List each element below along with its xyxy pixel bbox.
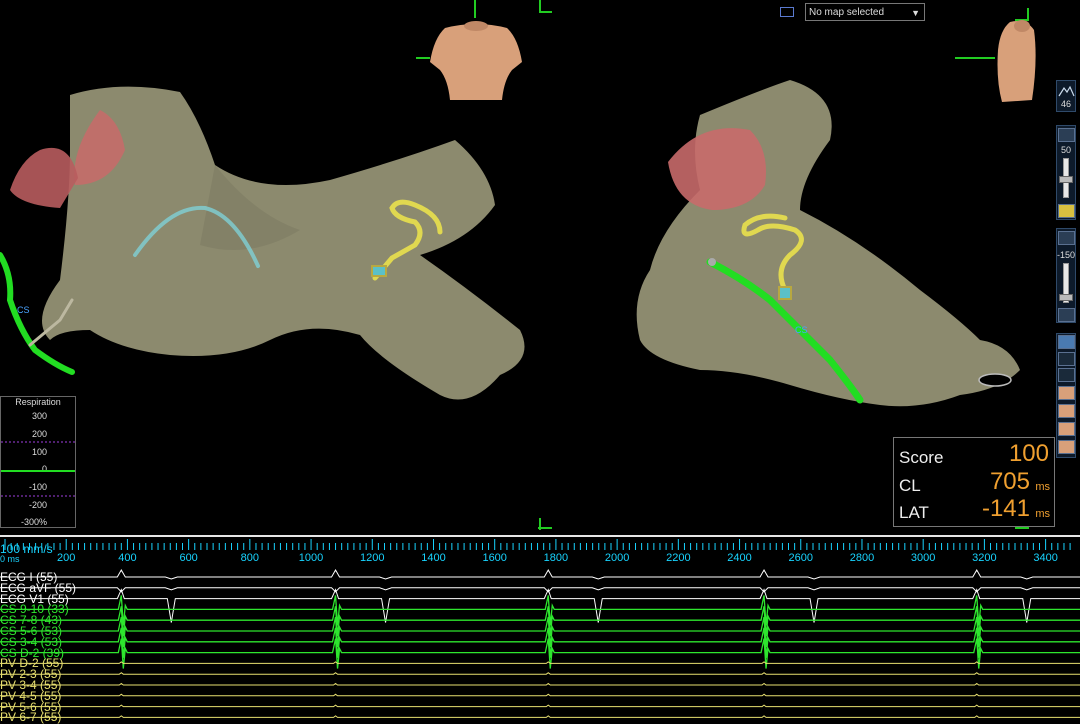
time-tick-label: 3000 <box>910 552 936 564</box>
left-anatomy-shell <box>10 86 525 400</box>
cl-value: 705 <box>989 468 1030 495</box>
chevron-down-icon[interactable] <box>1058 335 1075 349</box>
map-selector-dropdown[interactable]: No map selected ▼ <box>805 3 925 21</box>
chevron-down-icon: ▼ <box>911 8 920 18</box>
time-tick-label: 400 <box>118 552 137 564</box>
light-icon[interactable] <box>1058 204 1075 218</box>
catheter-icon[interactable] <box>1058 368 1075 382</box>
torso-view-rao-icon[interactable] <box>1058 440 1075 454</box>
torso-view-pa-icon[interactable] <box>1058 404 1075 418</box>
zoom-value: 46 <box>1060 99 1071 109</box>
ecg-trace <box>0 661 1080 664</box>
ecg-trace <box>0 627 1080 658</box>
lat-unit: ms <box>1035 508 1050 520</box>
torso-view-ap-icon[interactable] <box>1058 386 1075 400</box>
time-ruler <box>0 537 1080 551</box>
time-tick-label: 1400 <box>421 552 446 564</box>
time-tick-label: 2000 <box>604 552 630 564</box>
respiration-trace <box>1 441 75 497</box>
time-tick-label: 1800 <box>543 552 569 564</box>
score-label: Score <box>899 448 944 467</box>
time-tick-label: 600 <box>179 552 198 564</box>
lat-label: LAT <box>899 503 929 522</box>
time-tick-label: 2200 <box>666 552 691 564</box>
ecg-trace <box>0 595 1080 626</box>
time-tick-label: 1000 <box>298 552 324 564</box>
cl-unit: ms <box>1035 481 1050 493</box>
time-tick-label: 3200 <box>972 552 997 564</box>
lock-icon[interactable] <box>1058 308 1075 322</box>
cs-label-right: CS <box>795 325 808 335</box>
torso-orientation-left-icon <box>430 21 522 100</box>
opacity-value: 50 <box>1060 145 1071 155</box>
map-view-icon[interactable] <box>780 7 794 17</box>
ecg-trace <box>0 672 1080 675</box>
score-value: 100 <box>1008 440 1049 467</box>
mountain-icon <box>1058 85 1075 97</box>
clip-value: -150 <box>1056 250 1075 260</box>
ecg-trace <box>0 587 1080 593</box>
opacity-icon[interactable] <box>1058 128 1075 142</box>
time-tick-label: 200 <box>57 552 76 564</box>
ecg-trace <box>0 616 1080 648</box>
time-tick-label: 3400 <box>1033 552 1058 564</box>
ecg-trace <box>0 704 1080 708</box>
ecg-trace <box>0 568 1080 580</box>
start-time-label: 0 ms <box>0 554 20 564</box>
map-selector-value: No map selected <box>809 7 885 18</box>
lat-value: -141 <box>981 495 1030 522</box>
respiration-panel: Respiration 300 200 100 0 -100 -200 -300… <box>0 396 76 528</box>
ecg-trace <box>0 693 1080 697</box>
time-tick-label: 800 <box>240 552 260 564</box>
time-tick-label: 2600 <box>788 552 813 564</box>
clip-slider-thumb[interactable] <box>1059 294 1073 301</box>
ecg-trace <box>0 588 1080 623</box>
time-tick-label: 2400 <box>727 552 752 564</box>
ecg-trace <box>0 638 1080 669</box>
ecg-traces <box>0 568 1080 718</box>
ecg-trace <box>0 715 1080 718</box>
time-tick-label: 2800 <box>849 552 875 564</box>
time-tick-label: 1200 <box>360 552 385 564</box>
eye-icon[interactable] <box>1058 352 1075 366</box>
lead-label: PV 6-7 (55) <box>0 710 62 724</box>
opacity-slider-thumb[interactable] <box>1059 176 1073 183</box>
cs-label-left: CS <box>17 305 30 315</box>
time-tick-label: 1600 <box>482 552 507 564</box>
ecg-trace <box>0 682 1080 686</box>
torso-view-lat-icon[interactable] <box>1058 422 1075 436</box>
score-panel: Score 100 CL 705 ms LAT -141 ms <box>893 437 1055 527</box>
ecg-trace <box>0 606 1080 637</box>
torso-orientation-right-icon <box>997 20 1036 102</box>
cl-label: CL <box>899 476 921 495</box>
scissors-icon[interactable] <box>1058 231 1075 245</box>
